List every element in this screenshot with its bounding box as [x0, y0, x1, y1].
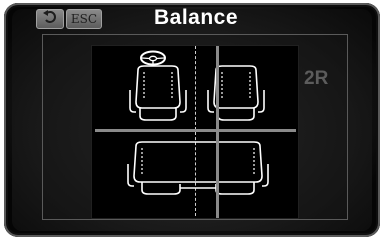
undo-arrow-icon — [42, 9, 58, 29]
back-button[interactable] — [36, 9, 64, 29]
page-title: Balance — [153, 6, 239, 29]
front-right-seat-icon — [207, 65, 265, 121]
esc-button[interactable]: ESC — [66, 9, 102, 29]
header: ESC Balance — [36, 6, 336, 31]
front-left-seat-icon — [129, 65, 187, 121]
front-rear-balance-line[interactable] — [95, 129, 296, 132]
row-label: 2R — [304, 68, 329, 89]
left-right-balance-line[interactable] — [216, 46, 219, 218]
rear-bench-seat-icon — [127, 141, 269, 195]
